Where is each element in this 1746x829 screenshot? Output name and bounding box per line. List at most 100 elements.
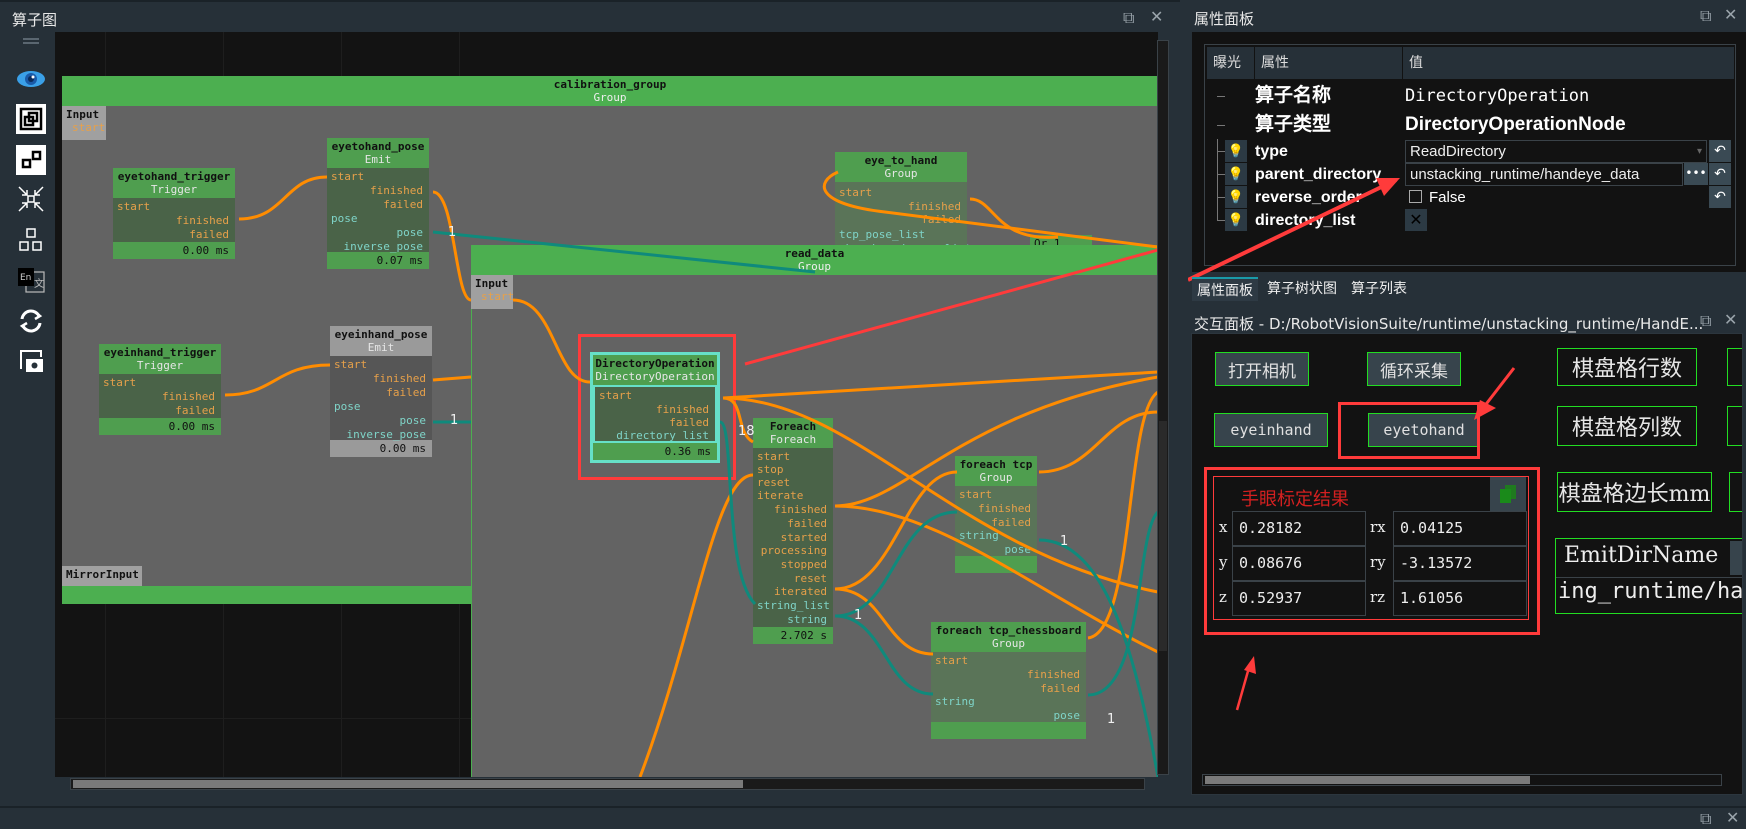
property-row: 算子类型 DirectoryOperationNode [1205,111,1735,139]
float-icon[interactable]: ⧉ [1123,8,1134,28]
eye-icon[interactable] [16,64,46,94]
graph-vertical-scrollbar[interactable] [1157,40,1169,775]
svg-text:En: En [20,273,31,283]
eyeinhand-button[interactable]: eyeinhand [1214,413,1328,447]
calibration-result-panel: 手眼标定结果 x 0.28182 rx 0.04125 y 0.08676 ry… [1213,476,1529,620]
svg-text:文: 文 [34,277,44,290]
exec-wire [432,375,472,382]
result-value-rx[interactable]: 0.04125 [1393,511,1527,546]
copy-icon[interactable] [1490,477,1526,511]
open-camera-button[interactable]: 打开相机 [1215,352,1309,386]
emit-dir-input[interactable]: ing_runtime/ha [1558,579,1742,604]
emit-dir-panel: EmitDirName ing_runtime/ha [1555,538,1742,614]
dropdown-value: ReadDirectory [1410,143,1506,160]
screenshot-icon[interactable] [16,346,46,376]
edge-count-label: 1 [450,413,459,428]
layout-icon[interactable] [16,225,46,255]
result-value-ry[interactable]: -3.13572 [1393,546,1527,581]
property-value: DirectoryOperationNode [1405,114,1626,135]
reset-icon[interactable]: ↶ [1709,140,1731,162]
float-icon[interactable]: ⧉ [1700,311,1711,331]
exec-wire [834,375,1158,508]
checkbox-label: False [1429,189,1466,206]
tab-operator-tree[interactable]: 算子树状图 [1262,277,1342,301]
graph-canvas[interactable]: calibration_group Group Input start Mirr… [55,32,1158,777]
close-icon[interactable]: ✕ [1150,7,1163,26]
parent-directory-input[interactable]: unstacking_runtime/handeye_data [1405,163,1683,186]
edge-count-label: 18 [738,424,755,439]
property-key: 算子名称 [1255,85,1332,106]
float-icon[interactable]: ⧉ [1700,809,1711,829]
result-label-rz: rz [1370,588,1386,606]
divider [1556,577,1742,578]
annotation-arrow [744,248,1158,366]
graph-horizontal-scrollbar[interactable] [70,778,1145,790]
annotation-arrow [1474,367,1516,420]
result-label-ry: ry [1370,553,1386,571]
data-wire [834,510,958,618]
exec-wire [834,587,934,656]
chessboard-rows-input[interactable] [1727,348,1742,386]
connect-nodes-icon[interactable] [16,145,46,175]
expose-bulb-icon[interactable]: 💡 [1225,140,1247,162]
chessboard-edge-label: 棋盘格边长mm [1557,472,1712,512]
tab-property-panel[interactable]: 属性面板 [1192,277,1258,301]
emit-dir-label: EmitDirName [1564,543,1719,568]
annotation-arrow [1235,656,1256,711]
float-icon[interactable]: ⧉ [1700,6,1711,26]
loop-capture-button[interactable]: 循环采集 [1367,352,1461,386]
column-header-property[interactable]: 属性 [1255,47,1403,79]
refresh-icon[interactable] [16,306,46,336]
edge-count-label: 1 [448,225,457,240]
exec-wire [638,473,754,777]
reverse-order-checkbox[interactable] [1409,190,1422,203]
scroll-thumb[interactable] [1205,776,1530,784]
scroll-thumb[interactable] [73,780,743,788]
wire-layer [224,170,1158,777]
graph-dock-title: 算子图 [12,11,58,29]
annotation-box-button [1338,402,1480,459]
exec-wire [1087,390,1158,640]
link-icon[interactable]: ✕ [1405,209,1427,231]
result-value-rz[interactable]: 1.61056 [1393,581,1527,616]
close-icon[interactable]: ✕ [1724,5,1737,24]
exec-wire [512,298,591,384]
emit-dir-button[interactable] [1730,541,1742,575]
result-title: 手眼标定结果 [1241,489,1349,510]
chessboard-edge-input[interactable] [1729,472,1742,512]
close-icon[interactable]: ✕ [1724,310,1737,329]
property-value: DirectoryOperation [1405,86,1590,106]
reset-icon[interactable]: ↶ [1709,163,1731,185]
tab-operator-list[interactable]: 算子列表 [1346,277,1412,301]
data-wire [432,230,816,274]
property-dock-header [1192,6,1746,30]
property-key: 算子类型 [1255,114,1332,135]
data-wire [719,420,757,606]
annotation-arrow [1188,178,1400,282]
column-header-expose[interactable]: 曝光 [1207,47,1255,79]
result-value-y[interactable]: 0.08676 [1232,546,1366,581]
translate-icon[interactable]: 文 En [16,265,46,295]
group-select-icon[interactable] [16,104,46,134]
interaction-dock-title: 交互面板 - D:/RobotVisionSuite/runtime/unsta… [1194,315,1704,333]
result-value-z[interactable]: 0.52937 [1232,581,1366,616]
interaction-horizontal-scrollbar[interactable] [1202,774,1722,786]
chessboard-cols-input[interactable] [1727,406,1742,446]
browse-button[interactable]: ••• [1684,163,1708,185]
close-icon[interactable]: ✕ [1726,808,1739,827]
result-label-rx: rx [1370,518,1386,536]
collapse-icon[interactable] [16,184,46,214]
result-value-x[interactable]: 0.28182 [1232,511,1366,546]
data-wire [834,614,934,696]
tree-line [1217,151,1225,152]
result-label-y: y [1219,553,1228,571]
reset-icon[interactable]: ↶ [1709,186,1731,208]
type-dropdown[interactable]: ReadDirectory ▾ [1405,140,1707,163]
drag-handle-icon[interactable] [23,38,39,40]
column-header-value[interactable]: 值 [1403,47,1735,79]
exec-wire [432,190,472,302]
exec-wire [722,396,1158,594]
app-window: 算子图 ⧉ ✕ 文 En calibration_group Group Inp… [0,0,1746,829]
scroll-thumb[interactable] [1159,421,1167,651]
edge-count-label: 1 [1060,534,1069,549]
